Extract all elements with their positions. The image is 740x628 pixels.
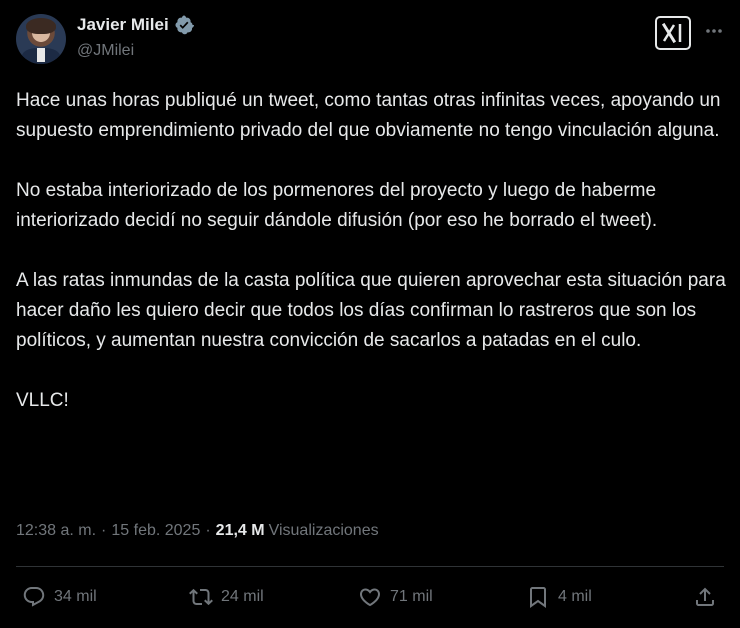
tweet-time[interactable]: 12:38 a. m. bbox=[16, 522, 96, 540]
repost-count: 24 mil bbox=[221, 588, 264, 605]
like-button[interactable]: 71 mil bbox=[358, 580, 433, 614]
reply-icon bbox=[23, 587, 45, 607]
meta-separator: · bbox=[101, 522, 107, 539]
bookmark-icon bbox=[530, 587, 546, 608]
avatar-collar bbox=[37, 48, 45, 62]
share-icon bbox=[696, 587, 714, 606]
grok-button[interactable] bbox=[655, 16, 691, 50]
tweet-paragraph: Hace unas horas publiqué un tweet, como … bbox=[16, 90, 721, 141]
views-count[interactable]: 21,4 M bbox=[216, 522, 265, 540]
divider bbox=[16, 566, 724, 567]
tweet-meta: 12:38 a. m. · 15 feb. 2025 · 21,4 M Visu… bbox=[16, 522, 379, 540]
action-bar: 34 mil 24 mil 71 mil 4 mil bbox=[0, 580, 740, 614]
author-name-row: Javier Milei bbox=[77, 15, 194, 35]
reply-count: 34 mil bbox=[54, 588, 97, 605]
like-count: 71 mil bbox=[390, 588, 433, 605]
avatar-hair bbox=[26, 18, 56, 34]
tweet-text: Hace unas horas publiqué un tweet, como … bbox=[16, 86, 728, 416]
tweet-date[interactable]: 15 feb. 2025 bbox=[111, 522, 200, 540]
more-dots bbox=[706, 29, 722, 33]
author-handle[interactable]: @JMilei bbox=[77, 42, 134, 60]
tweet-paragraph: No estaba interiorizado de los pormenore… bbox=[16, 180, 658, 231]
grok-logo-icon bbox=[661, 22, 682, 44]
tweet-paragraph: VLLC! bbox=[16, 390, 69, 411]
verified-badge-icon[interactable] bbox=[174, 15, 194, 35]
reply-button[interactable]: 34 mil bbox=[22, 580, 97, 614]
meta-separator: · bbox=[205, 522, 211, 539]
tweet-header: Javier Milei @JMilei bbox=[16, 14, 726, 64]
bookmark-count: 4 mil bbox=[558, 588, 592, 605]
share-button[interactable] bbox=[693, 580, 717, 614]
like-icon bbox=[359, 588, 381, 607]
author-name[interactable]: Javier Milei bbox=[77, 15, 169, 35]
repost-icon bbox=[189, 588, 213, 606]
bookmark-button[interactable]: 4 mil bbox=[526, 580, 592, 614]
more-icon[interactable] bbox=[703, 20, 725, 42]
repost-button[interactable]: 24 mil bbox=[189, 580, 264, 614]
avatar[interactable] bbox=[16, 14, 66, 64]
views-label[interactable]: Visualizaciones bbox=[269, 522, 379, 540]
tweet-paragraph: A las ratas inmundas de la casta polític… bbox=[16, 270, 726, 351]
